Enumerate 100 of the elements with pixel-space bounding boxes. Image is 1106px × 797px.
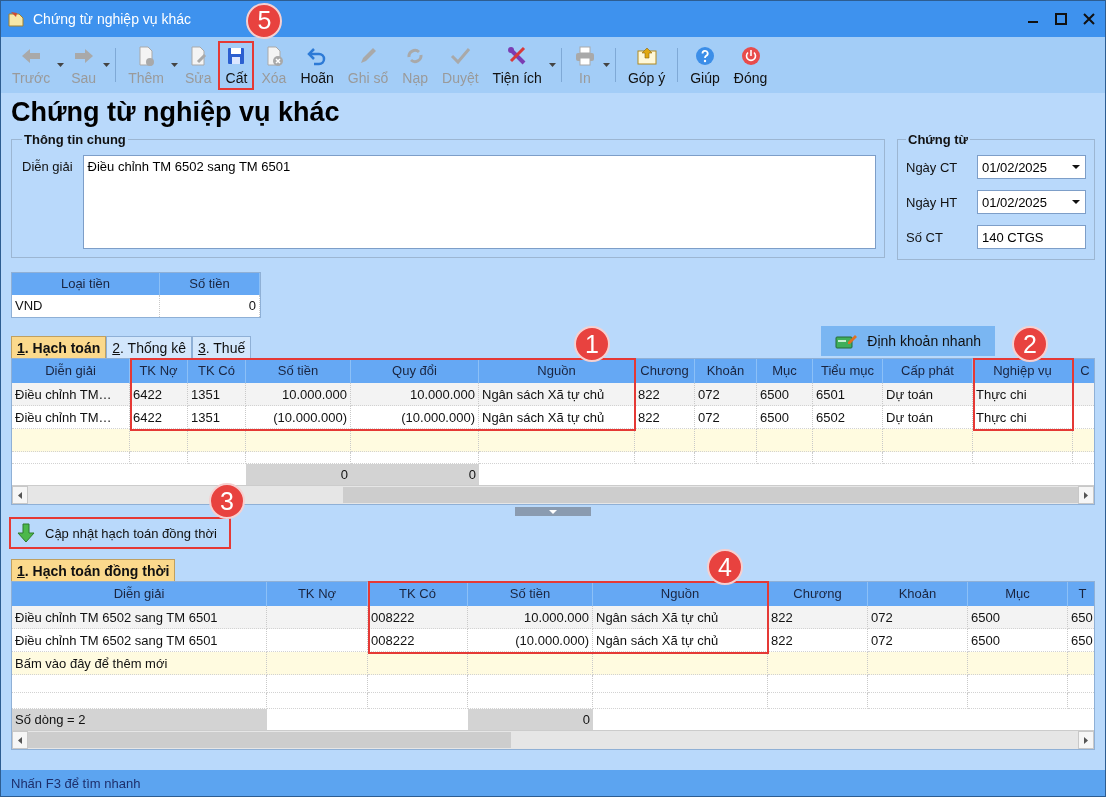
- down-arrow-icon: [17, 523, 35, 543]
- table-cell: [635, 452, 695, 464]
- field-label: Ngày CT: [906, 159, 959, 175]
- field-label: Diễn giải: [22, 158, 73, 176]
- splitter-handle[interactable]: [515, 507, 591, 516]
- table-cell: Dự toán: [883, 383, 973, 406]
- table-cell: 6422: [130, 406, 188, 429]
- table-cell: (10.000.000): [351, 406, 479, 429]
- summary-cell: 0: [468, 709, 593, 730]
- table-cell: [813, 429, 883, 452]
- quick-entry-button[interactable]: Định khoản nhanh: [821, 326, 995, 356]
- table-cell: 0: [160, 295, 260, 317]
- table-cell: Ngân sách Xã tự chủ: [479, 383, 635, 406]
- down-triangle-icon: [549, 509, 557, 514]
- column-header: Chương: [768, 582, 868, 606]
- column-header: TK Có: [368, 582, 468, 606]
- table-cell: 10.000.000: [246, 383, 351, 406]
- column-header: Diễn giải: [12, 359, 130, 383]
- column-header: Diễn giải: [12, 582, 267, 606]
- table-cell: [757, 452, 813, 464]
- toolbar-button[interactable]: Giúp: [683, 40, 727, 90]
- toolbar-button[interactable]: Góp ý: [620, 40, 673, 90]
- column-header: Nguồn: [479, 359, 635, 383]
- step-badge: 1: [574, 326, 610, 362]
- page-heading: Chứng từ nghiệp vụ khác: [11, 97, 340, 128]
- table-cell: 650: [1068, 606, 1094, 629]
- tab[interactable]: 1. Hạch toán đồng thời: [11, 559, 176, 581]
- column-header: Số tiền: [468, 582, 593, 606]
- summary-cell: Số dòng = 2: [12, 709, 267, 730]
- table-cell: 822: [635, 383, 695, 406]
- caret-icon[interactable]: [103, 63, 111, 67]
- tab[interactable]: 2. Thống kê: [106, 336, 192, 358]
- column-header: Mục: [968, 582, 1068, 606]
- table-cell: 10.000.000: [468, 606, 593, 629]
- column-header: Mục: [757, 359, 813, 383]
- column-header: C: [1073, 359, 1094, 383]
- column-header: Quy đổi: [351, 359, 479, 383]
- table-cell: [635, 429, 695, 452]
- field-label: Số CT: [906, 229, 944, 245]
- maximize-icon[interactable]: [1055, 13, 1067, 25]
- table-cell: 008222: [368, 629, 468, 652]
- table-cell: [757, 429, 813, 452]
- caret-icon[interactable]: [602, 63, 610, 67]
- table-cell: Ngân sách Xã tự chủ: [593, 606, 768, 629]
- scroll-left-button[interactable]: [12, 731, 28, 749]
- table-cell: Điều chỉnh TM…: [12, 383, 130, 406]
- table-cell: [188, 452, 246, 464]
- column-header: TK Nợ: [267, 582, 368, 606]
- table-cell: VND: [12, 295, 160, 317]
- table-cell: 6500: [968, 606, 1068, 629]
- window-title: Chứng từ nghiệp vụ khác: [33, 11, 192, 27]
- column-header: Loại tiền: [12, 273, 160, 295]
- table-cell: Thực chi: [973, 383, 1073, 406]
- table-cell: 6422: [130, 383, 188, 406]
- column-header: T: [1068, 582, 1094, 606]
- table-cell: 6501: [813, 383, 883, 406]
- table-cell: 10.000.000: [351, 383, 479, 406]
- panel-title: Thông tin chung: [23, 132, 127, 147]
- description-field[interactable]: Điều chỉnh TM 6502 sang TM 6501: [82, 155, 876, 249]
- table-cell: 6500: [757, 383, 813, 406]
- scrollbar-thumb[interactable]: [28, 732, 511, 748]
- table-cell: [130, 429, 188, 452]
- status-text: Nhấn F3 để tìm nhanh: [11, 775, 141, 791]
- table-cell: (10.000.000): [246, 406, 351, 429]
- summary-cell: 0: [351, 464, 479, 485]
- table-cell: 008222: [368, 606, 468, 629]
- scroll-right-button[interactable]: [1078, 731, 1094, 749]
- table-cell: [130, 452, 188, 464]
- scroll-left-button[interactable]: [12, 486, 28, 504]
- toolbar-button[interactable]: Tiện ích: [485, 40, 549, 90]
- close-icon[interactable]: [1083, 13, 1095, 25]
- tab[interactable]: 3. Thuế: [191, 336, 252, 358]
- table-cell: Thực chi: [973, 406, 1073, 429]
- table-cell: 1351: [188, 383, 246, 406]
- text-field[interactable]: 140 CTGS: [977, 225, 1086, 249]
- table-cell: 1351: [188, 406, 246, 429]
- card-pencil-icon: [835, 333, 858, 349]
- table-cell: Điều chỉnh TM 6502 sang TM 6501: [12, 606, 267, 629]
- scroll-right-button[interactable]: [1078, 486, 1094, 504]
- column-header: Cấp phát: [883, 359, 973, 383]
- caret-icon[interactable]: [548, 63, 556, 67]
- table-cell: Ngân sách Xã tự chủ: [479, 406, 635, 429]
- toolbar-button[interactable]: Cất: [218, 40, 255, 90]
- toolbar-button[interactable]: Hoãn: [293, 40, 341, 90]
- table-cell: [695, 429, 757, 452]
- right-triangle-icon: [1084, 491, 1088, 499]
- toolbar-button[interactable]: Đóng: [726, 40, 775, 90]
- caret-icon[interactable]: [170, 63, 178, 67]
- column-header: Tiểu mục: [813, 359, 883, 383]
- caret-icon[interactable]: [57, 63, 65, 67]
- scrollbar-thumb[interactable]: [343, 487, 1078, 503]
- table-cell: (10.000.000): [468, 629, 593, 652]
- column-header: Số tiền: [160, 273, 260, 295]
- column-header: TK Có: [188, 359, 246, 383]
- table-cell: [188, 429, 246, 452]
- print-icon: [573, 44, 596, 67]
- column-header: Nguồn: [593, 582, 768, 606]
- tab[interactable]: 1. Hạch toán: [11, 336, 107, 358]
- help-icon: [694, 44, 716, 67]
- update-button[interactable]: Cập nhật hạch toán đồng thời: [9, 517, 231, 549]
